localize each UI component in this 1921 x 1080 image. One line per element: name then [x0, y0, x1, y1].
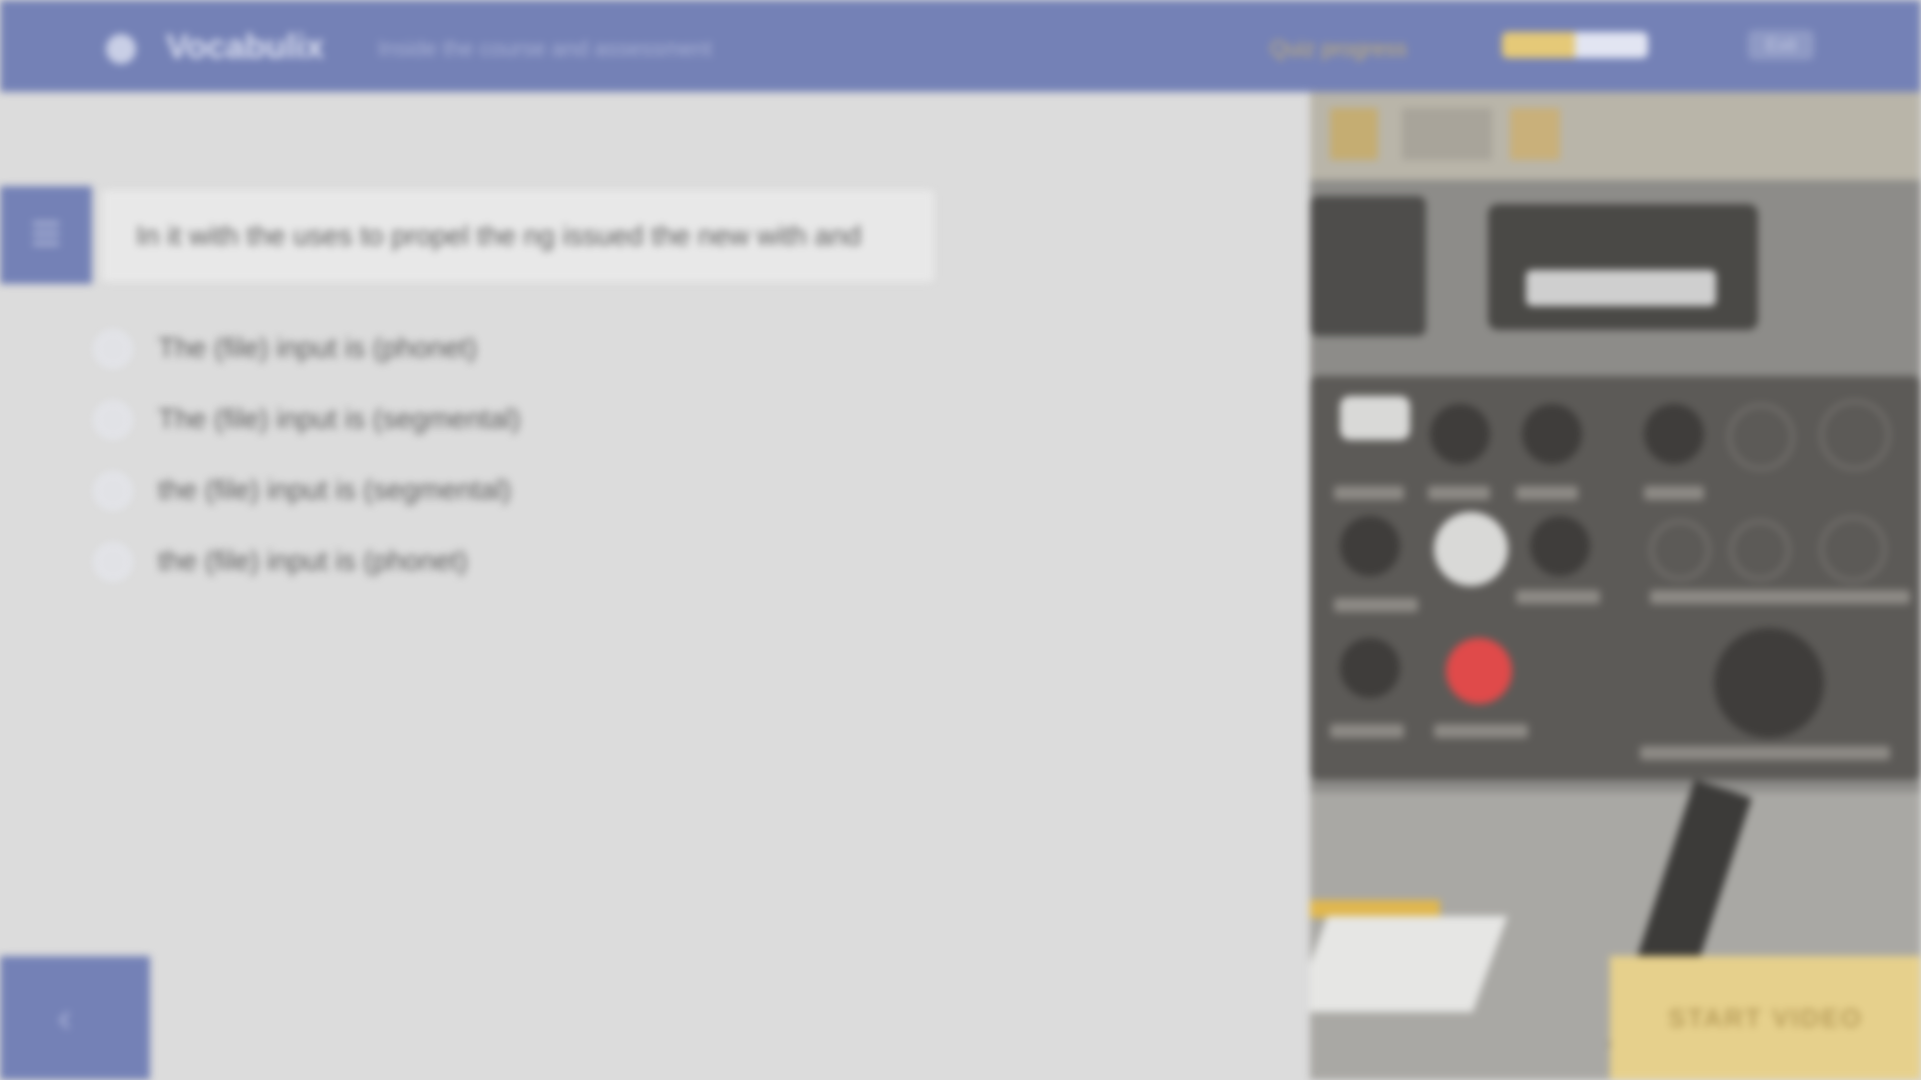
control-knob: [1434, 512, 1508, 586]
control-panel: [1310, 376, 1921, 780]
answer-option-label: the (file) input is (segmental): [158, 474, 512, 505]
knob-label: [1334, 486, 1404, 500]
radio-button[interactable]: [94, 472, 132, 510]
radio-button[interactable]: [94, 330, 132, 368]
control-knob: [1820, 400, 1890, 470]
answer-option[interactable]: The (file) input is (phonet): [94, 322, 794, 370]
back-button[interactable]: ‹: [0, 956, 150, 1080]
progress-fill: [1502, 32, 1575, 58]
question-text: In it with the uses to propel the ng iss…: [136, 220, 862, 251]
knob-label: [1650, 590, 1910, 604]
logo-text[interactable]: Vocabulix: [166, 28, 324, 67]
device-display: [1488, 204, 1758, 330]
question-box: In it with the uses to propel the ng iss…: [102, 190, 934, 282]
equipment-photo: [1310, 92, 1921, 1080]
quiz-title: Inside the course and assessment: [378, 36, 712, 61]
answer-option-label: the (file) input is (phonet): [158, 545, 468, 576]
progress-label: Quiz progress: [1270, 36, 1407, 61]
knob-label: [1330, 724, 1404, 738]
control-knob: [1644, 404, 1704, 464]
knob-label: [1428, 486, 1490, 500]
answer-option[interactable]: the (file) input is (segmental): [94, 464, 794, 512]
exit-button[interactable]: Exit: [1748, 30, 1814, 60]
answer-option-label: The (file) input is (phonet): [158, 332, 478, 363]
control-knob: [1522, 404, 1582, 464]
answer-option[interactable]: the (file) input is (phonet): [94, 535, 794, 583]
knob-label: [1334, 598, 1418, 612]
chevron-left-icon: ‹: [58, 996, 72, 1040]
control-knob: [1530, 516, 1590, 576]
menu-icon-bar: [33, 232, 59, 235]
photo-detail: [1310, 196, 1426, 336]
radio-button[interactable]: [94, 543, 132, 581]
control-knob: [1728, 404, 1794, 470]
start-video-button[interactable]: START VIDEO: [1610, 956, 1921, 1080]
display-bar: [1526, 270, 1716, 306]
answer-option[interactable]: The (file) input is (segmental): [94, 393, 794, 441]
menu-icon: [33, 222, 59, 225]
control-knob: [1340, 516, 1400, 576]
menu-icon-bar: [33, 242, 59, 245]
control-knob: [1714, 628, 1824, 738]
knob-label: [1434, 724, 1528, 738]
photo-detail: [1330, 108, 1378, 160]
knob-label: [1516, 486, 1578, 500]
knob-label: [1644, 486, 1704, 500]
progress-bar: [1502, 32, 1648, 58]
photo-detail: [1510, 108, 1560, 160]
knob-label: [1640, 746, 1890, 760]
top-header: Vocabulix Inside the course and assessme…: [0, 0, 1921, 92]
answer-option-label: The (file) input is (segmental): [158, 403, 521, 434]
photo-top-strip: [1310, 92, 1921, 180]
control-knob: [1650, 520, 1710, 580]
control-knob: [1730, 520, 1790, 580]
knob-label: [1516, 590, 1600, 604]
control-knob: [1430, 404, 1490, 464]
photo-detail: [1402, 108, 1492, 160]
menu-button[interactable]: [0, 186, 92, 284]
control-knob: [1340, 638, 1400, 698]
radio-button[interactable]: [94, 401, 132, 439]
control-knob: [1340, 396, 1410, 440]
control-knob: [1820, 516, 1886, 582]
logo-icon: [106, 34, 136, 64]
record-knob: [1446, 638, 1512, 704]
